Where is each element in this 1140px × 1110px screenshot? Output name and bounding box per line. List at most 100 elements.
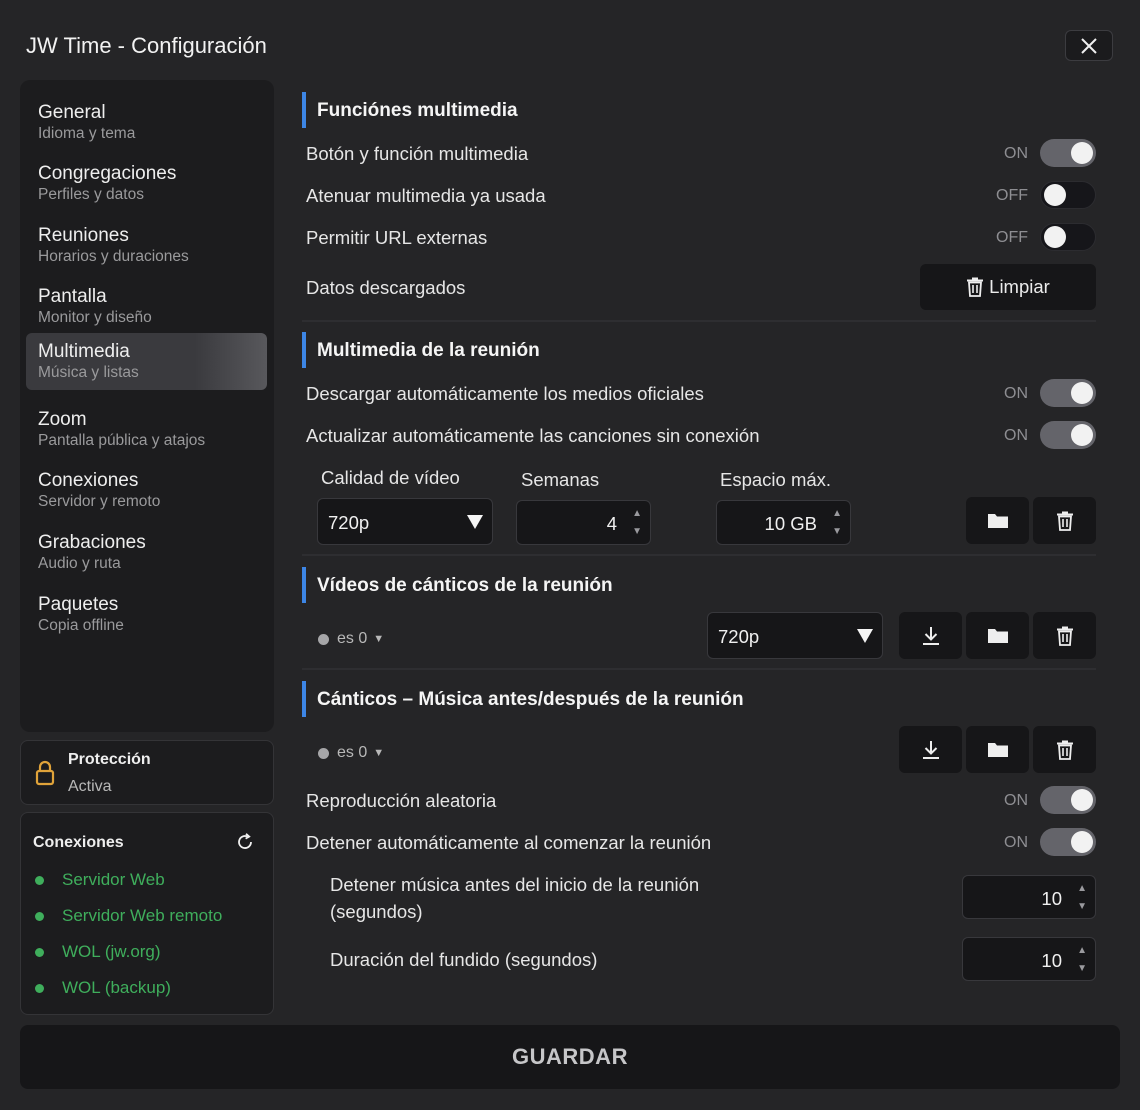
stop-before-value: 10 bbox=[1041, 888, 1062, 909]
sidebar-item-reuniones[interactable]: Reuniones Horarios y duraciones bbox=[26, 217, 267, 274]
trash-icon bbox=[1056, 626, 1073, 646]
songs-music-language-selector[interactable]: es 0 ▼ bbox=[318, 744, 384, 762]
max-space-value: 10 GB bbox=[764, 513, 817, 534]
toggle-state-text: ON bbox=[1004, 385, 1028, 402]
auto-stop-label: Detener automáticamente al comenzar la r… bbox=[306, 832, 712, 853]
open-song-videos-folder-button[interactable] bbox=[966, 612, 1029, 659]
open-songs-folder-button[interactable] bbox=[966, 726, 1029, 773]
window-title: JW Time - Configuración bbox=[26, 33, 267, 58]
video-quality-value: 720p bbox=[328, 512, 370, 533]
dropdown-arrow-icon bbox=[467, 515, 483, 529]
spin-down-icon[interactable]: ▼ bbox=[1077, 902, 1087, 912]
sidebar-item-sublabel: Pantalla pública y atajos bbox=[38, 432, 206, 449]
status-dot-icon bbox=[318, 633, 329, 645]
sidebar-item-sublabel: Música y listas bbox=[38, 364, 139, 381]
sidebar-item-sublabel: Servidor y remoto bbox=[38, 493, 161, 510]
section-title: Vídeos de cánticos de la reunión bbox=[317, 575, 613, 596]
connection-item: WOL (jw.org) bbox=[35, 941, 161, 963]
section-accent-bar bbox=[302, 92, 306, 128]
close-button[interactable] bbox=[1065, 30, 1113, 61]
section-divider bbox=[302, 554, 1096, 556]
spin-up-icon[interactable]: ▲ bbox=[832, 509, 842, 519]
fade-duration-label: Duración del fundido (segundos) bbox=[330, 949, 598, 970]
sidebar-item-label: Congregaciones bbox=[38, 163, 177, 184]
download-song-videos-button[interactable] bbox=[899, 612, 962, 659]
downloaded-data-label: Datos descargados bbox=[306, 277, 466, 298]
sidebar-item-conexiones[interactable]: Conexiones Servidor y remoto bbox=[26, 462, 267, 519]
spin-up-icon[interactable]: ▲ bbox=[632, 509, 642, 519]
connection-label: Servidor Web bbox=[62, 870, 165, 889]
shuffle-toggle[interactable] bbox=[1040, 786, 1096, 814]
spin-up-icon[interactable]: ▲ bbox=[1077, 884, 1087, 894]
download-icon bbox=[922, 740, 939, 759]
sidebar-item-pantalla[interactable]: Pantalla Monitor y diseño bbox=[26, 278, 267, 335]
max-space-stepper[interactable]: 10 GB ▲ ▼ bbox=[716, 500, 851, 545]
stop-before-stepper[interactable]: 10 ▲ ▼ bbox=[962, 875, 1096, 919]
protection-status: Activa bbox=[68, 778, 112, 795]
download-icon bbox=[922, 626, 939, 645]
allow-external-urls-toggle[interactable] bbox=[1040, 223, 1096, 251]
toggle-state-text: ON bbox=[1004, 145, 1028, 162]
section-accent-bar bbox=[302, 567, 306, 603]
sidebar-item-zoom[interactable]: Zoom Pantalla pública y atajos bbox=[26, 401, 267, 458]
auto-update-songs-toggle[interactable] bbox=[1040, 421, 1096, 449]
spin-down-icon[interactable]: ▼ bbox=[632, 527, 642, 537]
refresh-icon[interactable] bbox=[235, 832, 255, 852]
weeks-stepper[interactable]: 4 ▲ ▼ bbox=[516, 500, 651, 545]
toggle-state-text: OFF bbox=[996, 229, 1028, 246]
section-divider bbox=[302, 320, 1096, 322]
section-title: Cánticos – Música antes/después de la re… bbox=[317, 689, 744, 710]
toggle-knob bbox=[1071, 831, 1093, 853]
trash-icon bbox=[1056, 740, 1073, 760]
sidebar-item-general[interactable]: General Idioma y tema bbox=[26, 94, 267, 151]
spin-down-icon[interactable]: ▼ bbox=[1077, 964, 1087, 974]
section-title: Multimedia de la reunión bbox=[317, 340, 540, 361]
toggle-knob bbox=[1071, 424, 1093, 446]
weeks-label: Semanas bbox=[521, 469, 600, 490]
toggle-knob bbox=[1071, 142, 1093, 164]
sidebar-item-congregaciones[interactable]: Congregaciones Perfiles y datos bbox=[26, 155, 267, 212]
song-videos-quality-value: 720p bbox=[718, 626, 760, 647]
spin-up-icon[interactable]: ▲ bbox=[1077, 946, 1087, 956]
language-value: es 0 bbox=[337, 630, 368, 647]
sidebar: General Idioma y tema Congregaciones Per… bbox=[20, 80, 274, 732]
connection-label: WOL (backup) bbox=[62, 978, 171, 997]
sidebar-item-paquetes[interactable]: Paquetes Copia offline bbox=[26, 586, 267, 643]
auto-stop-toggle[interactable] bbox=[1040, 828, 1096, 856]
sidebar-item-label: Pantalla bbox=[38, 286, 107, 307]
protection-card[interactable]: Protección Activa bbox=[20, 740, 274, 805]
status-dot-icon bbox=[35, 875, 44, 885]
auto-download-official-toggle[interactable] bbox=[1040, 379, 1096, 407]
delete-song-videos-button[interactable] bbox=[1033, 612, 1096, 659]
download-songs-button[interactable] bbox=[899, 726, 962, 773]
sidebar-item-label: Paquetes bbox=[38, 594, 119, 615]
save-button[interactable]: GUARDAR bbox=[20, 1025, 1120, 1089]
sidebar-item-multimedia[interactable]: Multimedia Música y listas bbox=[26, 333, 267, 390]
weeks-value: 4 bbox=[606, 513, 617, 534]
trash-icon bbox=[1056, 511, 1073, 531]
multimedia-button-toggle[interactable] bbox=[1040, 139, 1096, 167]
song-videos-language-selector[interactable]: es 0 ▼ bbox=[318, 630, 384, 648]
section-accent-bar bbox=[302, 332, 306, 368]
folder-icon bbox=[987, 743, 1008, 757]
video-quality-label: Calidad de vídeo bbox=[321, 467, 460, 488]
video-quality-select[interactable]: 720p bbox=[317, 498, 493, 545]
delete-media-button[interactable] bbox=[1033, 497, 1096, 544]
fade-duration-value: 10 bbox=[1041, 950, 1062, 971]
toggle-knob bbox=[1044, 184, 1066, 206]
dim-used-media-toggle[interactable] bbox=[1040, 181, 1096, 209]
sidebar-item-label: Reuniones bbox=[38, 225, 129, 246]
toggle-state-text: ON bbox=[1004, 792, 1028, 809]
song-videos-quality-select[interactable]: 720p bbox=[707, 612, 883, 659]
open-media-folder-button[interactable] bbox=[966, 497, 1029, 544]
sidebar-item-label: Multimedia bbox=[38, 341, 130, 362]
connection-item: WOL (backup) bbox=[35, 977, 171, 999]
caret-down-icon: ▼ bbox=[373, 747, 385, 759]
delete-songs-button[interactable] bbox=[1033, 726, 1096, 773]
connection-label: WOL (jw.org) bbox=[62, 942, 161, 961]
fade-duration-stepper[interactable]: 10 ▲ ▼ bbox=[962, 937, 1096, 981]
sidebar-item-grabaciones[interactable]: Grabaciones Audio y ruta bbox=[26, 524, 267, 581]
toggle-state-text: OFF bbox=[996, 187, 1028, 204]
clear-data-button[interactable]: Limpiar bbox=[920, 264, 1096, 310]
spin-down-icon[interactable]: ▼ bbox=[832, 527, 842, 537]
